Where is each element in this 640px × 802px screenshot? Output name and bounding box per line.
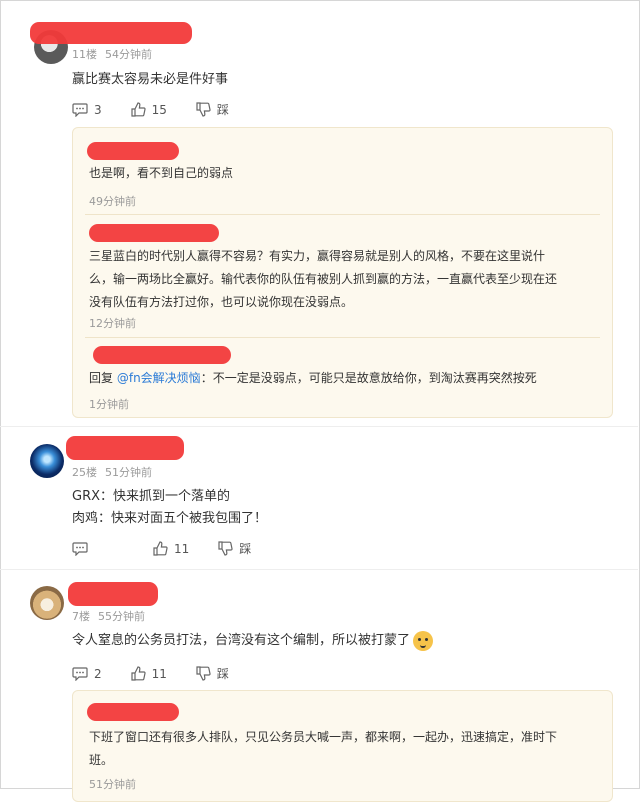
thumbs-up-icon — [153, 541, 168, 556]
like-count: 15 — [151, 102, 167, 117]
dislike-button[interactable]: 踩 — [195, 101, 229, 118]
reply-thread: 下班了窗口还有很多人排队，只见公务员大喊一声，都来啊，一起办，迅速搞定，准时下 … — [72, 690, 613, 802]
thumbs-up-icon — [131, 102, 146, 117]
comment-separator — [0, 426, 638, 427]
reply-prefix: 回复 — [89, 371, 114, 385]
avatar[interactable] — [30, 586, 64, 620]
comment-meta: 11楼 54分钟前 — [72, 46, 160, 62]
thumbs-down-icon — [218, 541, 233, 556]
reply-line: 下班了窗口还有很多人排队，只见公务员大喊一声，都来啊，一起办，迅速搞定，准时下 — [89, 730, 558, 744]
mention-link[interactable]: @fn会解决烦恼 — [117, 371, 201, 385]
comment-actions: 11 踩 — [72, 540, 279, 557]
reply-timestamp: 12分钟前 — [89, 317, 136, 330]
comment-line: 肉鸡：快来对面五个被我包围了！ — [72, 511, 268, 526]
reply-timestamp: 51分钟前 — [89, 778, 136, 791]
reply-line: 么，输一两场比全赢好。输代表你的队伍有被别人抓到赢的方法，一直赢代表至少现在还 — [89, 272, 558, 286]
comment-actions: 3 15 踩 — [72, 101, 257, 118]
reply-content: 三星蓝白的时代别人赢得不容易？有实力，赢得容易就是别人的风格，不要在这里说什 么… — [89, 245, 557, 314]
reply-content: 也是啊，看不到自己的弱点 — [89, 166, 234, 180]
reply-divider — [85, 337, 600, 338]
comment-line: GRX：快来抓到一个落单的 — [72, 489, 231, 504]
reply-timestamp: 49分钟前 — [89, 195, 136, 208]
like-button[interactable]: 15 — [130, 102, 167, 117]
comment-icon — [72, 541, 88, 556]
floor-number: 11楼 — [72, 48, 97, 61]
dislike-button[interactable]: 踩 — [195, 665, 229, 682]
comment-count: 3 — [94, 102, 102, 117]
timestamp: 51分钟前 — [105, 466, 152, 479]
redacted-username — [66, 436, 184, 460]
timestamp: 55分钟前 — [98, 610, 145, 623]
comment-content: GRX：快来抓到一个落单的 肉鸡：快来对面五个被我包围了！ — [72, 486, 267, 530]
redacted-username — [87, 142, 179, 160]
comment-button[interactable]: 3 — [72, 103, 102, 117]
reply-content: 下班了窗口还有很多人排队，只见公务员大喊一声，都来啊，一起办，迅速搞定，准时下 … — [89, 726, 557, 772]
reply-text: 不一定是没弱点，可能只是故意放给你，到淘汰赛再突然按死 — [212, 371, 537, 385]
dislike-label: 踩 — [216, 667, 229, 681]
reply-line: 三星蓝白的时代别人赢得不容易？有实力，赢得容易就是别人的风格，不要在这里说什 — [89, 249, 546, 263]
dislike-label: 踩 — [239, 542, 252, 556]
comment-icon — [72, 102, 88, 117]
redacted-username — [30, 22, 192, 44]
timestamp: 54分钟前 — [105, 48, 152, 61]
dislike-button[interactable]: 踩 — [217, 540, 251, 557]
comment-meta: 7楼 55分钟前 — [72, 608, 153, 624]
floor-number: 25楼 — [72, 466, 97, 479]
comment-count: 2 — [94, 666, 102, 681]
grin-emoji-icon — [413, 630, 434, 651]
dislike-label: 踩 — [216, 103, 229, 117]
reply-thread: 也是啊，看不到自己的弱点 49分钟前 三星蓝白的时代别人赢得不容易？有实力，赢得… — [72, 127, 613, 418]
reply-content: 回复 @fn会解决烦恼：不一定是没弱点，可能只是故意放给你，到淘汰赛再突然按死 — [89, 367, 537, 390]
like-count: 11 — [151, 666, 167, 681]
comment-icon — [72, 666, 88, 681]
comment-actions: 2 11 踩 — [72, 665, 257, 682]
reply-divider — [85, 214, 600, 215]
floor-number: 7楼 — [72, 610, 90, 623]
redacted-username — [89, 224, 219, 242]
like-button[interactable]: 11 — [152, 541, 189, 556]
reply-separator: ： — [200, 371, 213, 385]
thumbs-up-icon — [131, 666, 146, 681]
reply-timestamp: 1分钟前 — [89, 398, 129, 411]
comment-text: 令人窒息的公务员打法，台湾没有这个编制，所以被打蒙了 — [72, 633, 411, 648]
comment-separator — [0, 569, 638, 570]
reply-line: 班。 — [89, 753, 114, 767]
redacted-username — [68, 582, 158, 606]
comment-meta: 25楼 51分钟前 — [72, 464, 160, 480]
redacted-username — [87, 703, 179, 721]
redacted-username — [93, 346, 231, 364]
comment-content: 令人窒息的公务员打法，台湾没有这个编制，所以被打蒙了 — [72, 629, 434, 651]
reply-line: 没有队伍有方法打过你，也可以说你现在没弱点。 — [89, 295, 354, 309]
comment-button[interactable]: 2 — [72, 667, 102, 681]
comment-button[interactable] — [72, 541, 94, 556]
avatar[interactable] — [30, 444, 64, 478]
like-count: 11 — [174, 541, 190, 556]
thumbs-down-icon — [196, 666, 211, 681]
thumbs-down-icon — [196, 102, 211, 117]
comment-content: 赢比赛太容易未必是件好事 — [72, 72, 229, 87]
like-button[interactable]: 11 — [130, 666, 167, 681]
